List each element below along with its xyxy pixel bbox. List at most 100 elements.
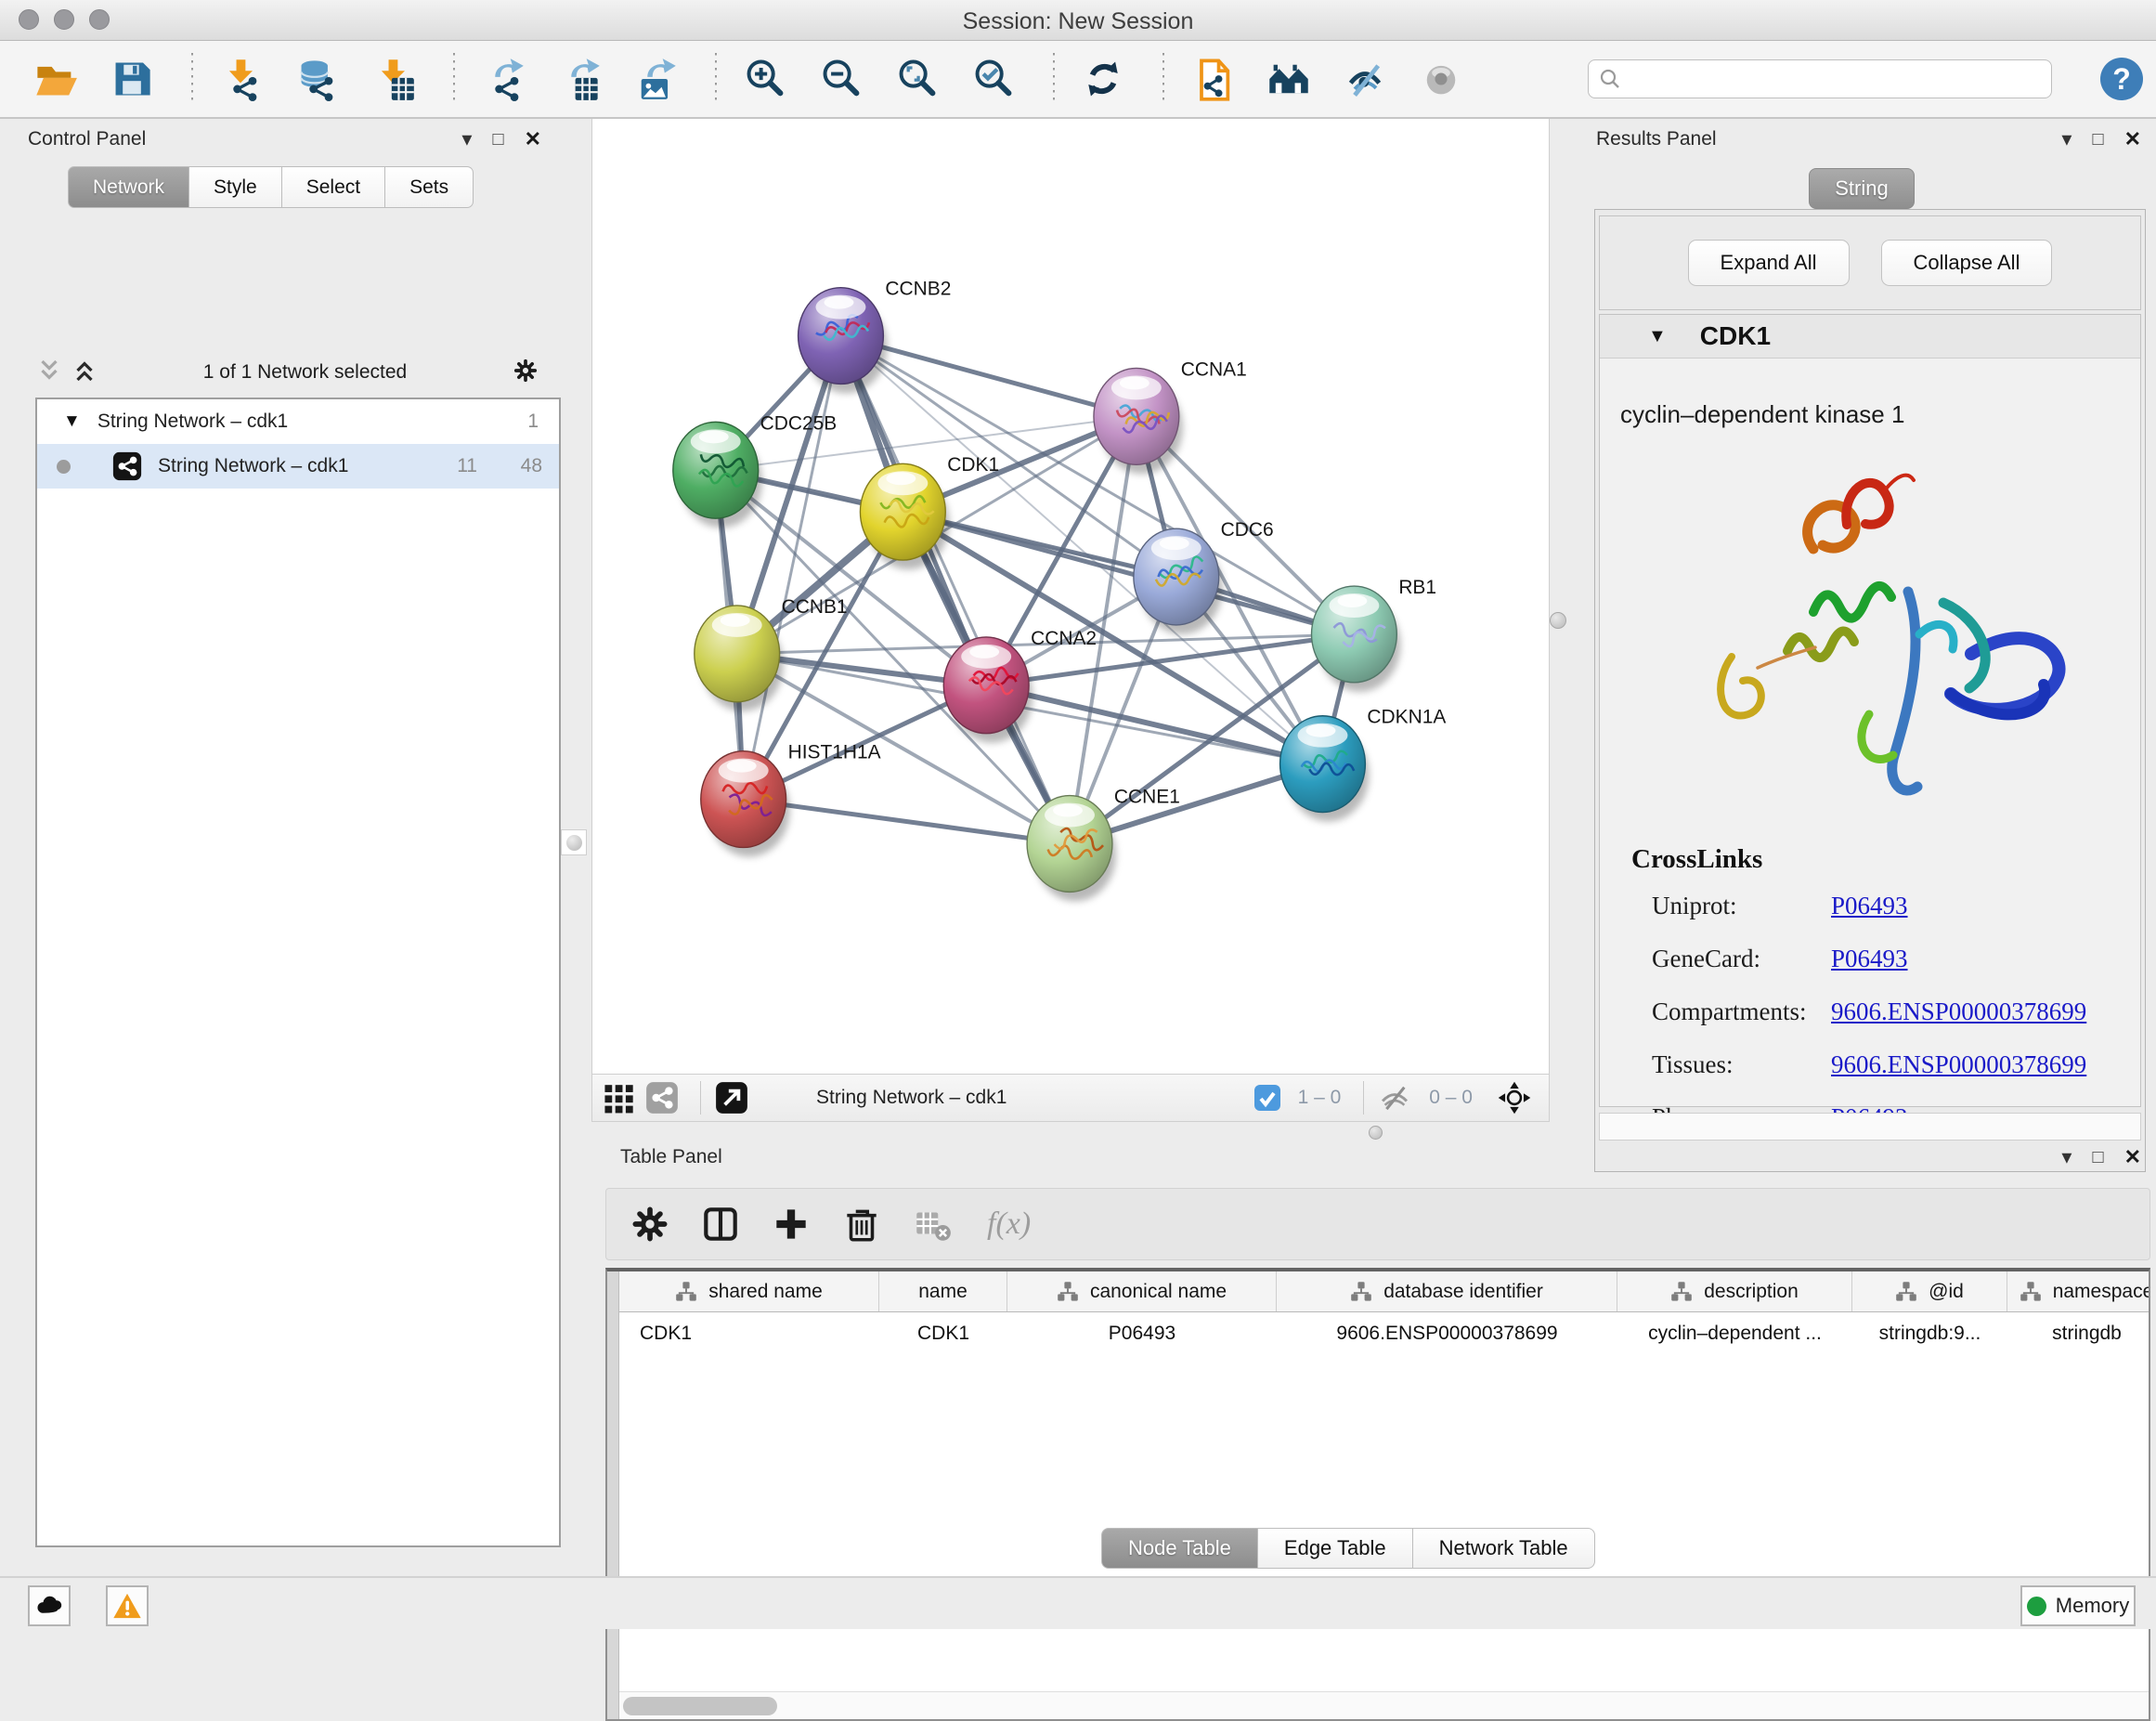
node-CDKN1A[interactable] [1280,716,1370,822]
share-document-button[interactable] [1188,55,1237,103]
node-CCNA2[interactable] [943,637,1033,743]
tab-string[interactable]: String [1809,168,1915,209]
search-input[interactable] [1588,59,2052,98]
node-CCNA1[interactable] [1094,368,1183,474]
left-splitter-handle[interactable] [561,829,587,855]
home-button[interactable] [1265,55,1313,103]
tab-style[interactable]: Style [189,166,282,208]
node-CCNB2[interactable] [799,288,888,394]
open-session-button[interactable] [32,55,80,103]
zoom-out-button[interactable] [817,55,865,103]
show-columns-icon[interactable] [699,1203,742,1245]
results-scrollbar[interactable] [1599,1113,2141,1141]
panel-close-icon[interactable]: ✕ [2124,129,2141,150]
column-header-canonical-name[interactable]: canonical name [1007,1271,1277,1311]
zoom-selected-button[interactable] [969,55,1018,103]
table-cell[interactable]: cyclin–dependent ... [1617,1312,1852,1355]
delete-column-icon[interactable] [840,1203,883,1245]
collapse-all-networks-icon[interactable] [71,357,98,389]
panel-float-icon[interactable]: □ [2092,1148,2103,1167]
network-row-selected[interactable]: String Network – cdk1 11 48 [37,444,559,489]
zoom-fit-button[interactable] [893,55,942,103]
table-cell[interactable]: stringdb [2007,1312,2149,1355]
node-CDC6[interactable] [1134,528,1223,634]
crosslink-value-link[interactable]: P06493 [1831,892,1908,920]
add-column-icon[interactable] [770,1203,812,1245]
table-row[interactable]: CDK1CDK1P064939606.ENSP00000378699cyclin… [619,1312,2149,1355]
panel-float-icon[interactable]: □ [492,130,503,149]
table-cell[interactable]: CDK1 [879,1312,1007,1355]
panel-menu-icon[interactable]: ▾ [2061,129,2072,150]
section-collapse-icon[interactable]: ▼ [1648,326,1667,347]
network-options-gear-icon[interactable] [512,357,539,389]
panel-float-icon[interactable]: □ [2092,130,2103,149]
column-header--id[interactable]: @id [1852,1271,2007,1311]
right-splitter-handle[interactable] [1550,612,1566,629]
selected-checkbox-icon[interactable] [1253,1084,1281,1112]
edge-CDK1-RB1[interactable] [903,512,1354,634]
panel-menu-icon[interactable]: ▾ [461,129,472,150]
export-network-button[interactable] [479,55,527,103]
table-cell[interactable]: 9606.ENSP00000378699 [1277,1312,1617,1355]
collection-collapse-icon[interactable]: ▼ [63,411,81,432]
crosslink-value-link[interactable]: 9606.ENSP00000378699 [1831,997,2086,1026]
refresh-layout-button[interactable] [1079,55,1127,103]
import-network-button[interactable] [217,55,266,103]
memory-button[interactable]: Memory [2020,1585,2136,1626]
birds-eye-view-icon[interactable] [602,1080,637,1115]
tab-select[interactable]: Select [282,166,385,208]
scrollbar-thumb[interactable] [623,1697,777,1715]
column-header-shared-name[interactable]: shared name [619,1271,879,1311]
expand-all-networks-icon[interactable] [35,357,63,389]
save-session-button[interactable] [108,55,156,103]
export-table-button[interactable] [555,55,604,103]
network-collection-row[interactable]: ▼ String Network – cdk1 1 [37,399,559,444]
import-database-button[interactable] [293,55,342,103]
panel-close-icon[interactable]: ✕ [525,129,541,150]
tab-network-table[interactable]: Network Table [1413,1528,1595,1569]
open-in-new-window-icon[interactable] [714,1080,749,1115]
column-header-description[interactable]: description [1617,1271,1852,1311]
export-image-button[interactable] [631,55,680,103]
column-header-database-identifier[interactable]: database identifier [1277,1271,1617,1311]
node-CCNE1[interactable] [1027,796,1116,902]
network-view-canvas[interactable]: CCNB2CCNA1CDC25BCDK1CDC6RB1CCNB1CCNA2CDK… [591,119,1550,1074]
table-cell[interactable]: stringdb:9... [1852,1312,2007,1355]
cdk1-section-header[interactable]: ▼ CDK1 [1600,315,2140,359]
tab-node-table[interactable]: Node Table [1101,1528,1258,1569]
string-network-graph[interactable]: CCNB2CCNA1CDC25BCDK1CDC6RB1CCNB1CCNA2CDK… [592,119,1549,1074]
network-badge-gray-icon[interactable] [644,1080,680,1115]
cloud-status-button[interactable] [28,1585,71,1626]
zoom-in-button[interactable] [741,55,789,103]
expand-all-button[interactable]: Expand All [1688,240,1850,286]
bottom-splitter-handle[interactable] [1369,1126,1383,1140]
tab-sets[interactable]: Sets [385,166,474,208]
node-table-grid: shared namenamecanonical namedatabase id… [605,1268,2150,1721]
node-CDK1[interactable] [860,463,949,569]
table-cell[interactable]: P06493 [1007,1312,1277,1355]
node-RB1[interactable] [1311,586,1400,692]
crosslink-value-link[interactable]: 9606.ENSP00000378699 [1831,1050,2086,1079]
table-cell[interactable]: CDK1 [619,1312,879,1355]
pan-target-icon[interactable] [1497,1080,1532,1115]
table-settings-gear-icon[interactable] [629,1203,671,1245]
panel-close-icon[interactable]: ✕ [2124,1147,2141,1167]
collapse-all-button[interactable]: Collapse All [1881,240,2053,286]
edge-CCNB2-HIST1H1A[interactable] [744,336,841,800]
column-header-namespace[interactable]: namespace [2007,1271,2149,1311]
import-table-button[interactable] [370,55,418,103]
warning-status-button[interactable] [106,1585,149,1626]
crosslink-value-link[interactable]: P06493 [1831,945,1908,973]
help-button[interactable]: ? [2100,58,2143,100]
column-header-name[interactable]: name [879,1271,1007,1311]
inspect-button[interactable] [1417,55,1465,103]
tab-network[interactable]: Network [68,166,189,208]
open-session-icon [33,57,78,101]
hidden-elements-icon[interactable] [1377,1080,1412,1115]
node-HIST1H1A[interactable] [701,751,790,857]
table-horizontal-scrollbar[interactable] [619,1691,2149,1719]
edge-HIST1H1A-CCNE1[interactable] [744,800,1070,844]
panel-menu-icon[interactable]: ▾ [2061,1147,2072,1167]
tab-edge-table[interactable]: Edge Table [1258,1528,1413,1569]
hide-panel-button[interactable] [1341,55,1389,103]
